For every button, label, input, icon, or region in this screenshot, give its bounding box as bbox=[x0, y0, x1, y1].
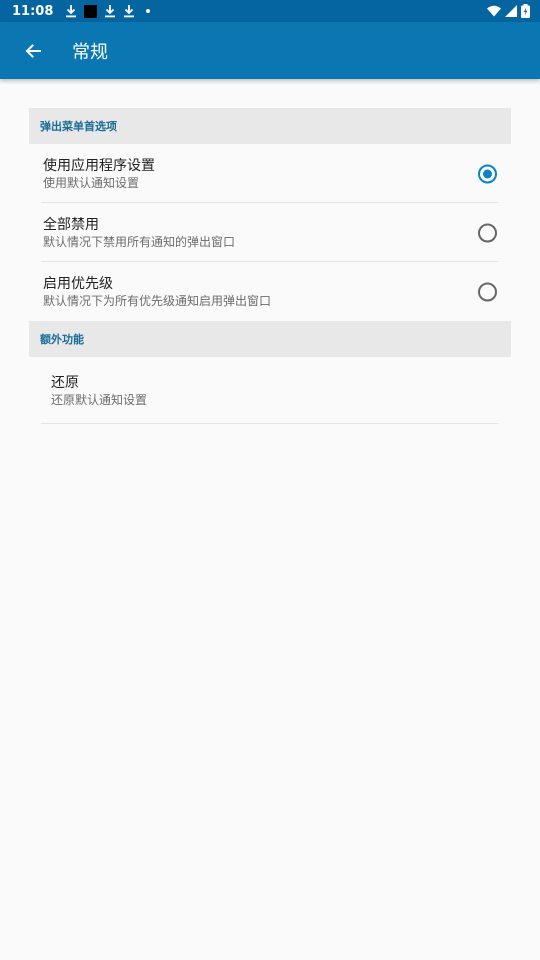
arrow-left-icon bbox=[25, 43, 41, 58]
section-header-extra: 额外功能 bbox=[29, 321, 511, 357]
radio-enable-priority[interactable] bbox=[478, 282, 497, 301]
option-text: 使用应用程序设置 使用默认通知设置 bbox=[43, 157, 155, 191]
option-subtitle: 使用默认通知设置 bbox=[43, 175, 140, 190]
radio-disable-all[interactable] bbox=[478, 223, 497, 242]
battery-charging-icon bbox=[521, 4, 530, 18]
option-subtitle: 默认情况下禁用所有通知的弹出窗口 bbox=[43, 234, 236, 249]
section-header-popup: 弹出菜单首选项 bbox=[29, 108, 511, 144]
option-title: 使用应用程序设置 bbox=[43, 157, 155, 174]
option-text: 还原 还原默认通知设置 bbox=[51, 374, 147, 408]
option-title: 全部禁用 bbox=[43, 216, 99, 233]
download-icon bbox=[66, 5, 77, 18]
download-icon bbox=[105, 5, 116, 18]
wifi-icon bbox=[487, 5, 501, 17]
radio-dot bbox=[483, 169, 492, 178]
option-subtitle: 默认情况下为所有优先级通知启用弹出窗口 bbox=[43, 293, 272, 308]
radio-use-app-settings[interactable] bbox=[478, 164, 497, 183]
back-button[interactable] bbox=[4, 22, 62, 79]
option-text: 全部禁用 默认情况下禁用所有通知的弹出窗口 bbox=[43, 216, 235, 250]
status-bar: 11:08 bbox=[0, 0, 540, 22]
option-use-app-settings[interactable]: 使用应用程序设置 使用默认通知设置 bbox=[29, 144, 511, 203]
status-time: 11:08 bbox=[12, 3, 54, 19]
option-text: 启用优先级 默认情况下为所有优先级通知启用弹出窗口 bbox=[43, 275, 271, 309]
black-square-icon bbox=[84, 4, 98, 18]
page-title: 常规 bbox=[72, 41, 108, 63]
restore-title: 还原 bbox=[51, 374, 79, 391]
option-title: 启用优先级 bbox=[43, 275, 113, 292]
settings-list: 弹出菜单首选项 使用应用程序设置 使用默认通知设置 全部禁用 默认情况下禁用所有… bbox=[29, 108, 511, 424]
notification-icons bbox=[65, 4, 151, 18]
download-icon bbox=[124, 5, 135, 18]
option-enable-priority[interactable]: 启用优先级 默认情况下为所有优先级通知启用弹出窗口 bbox=[29, 262, 511, 321]
divider bbox=[41, 423, 499, 424]
system-icons bbox=[487, 4, 530, 18]
restore-subtitle: 还原默认通知设置 bbox=[51, 392, 148, 407]
restore-item[interactable]: 还原 还原默认通知设置 bbox=[29, 357, 511, 424]
signal-icon bbox=[505, 5, 517, 17]
app-bar: 常规 bbox=[0, 22, 540, 79]
dot-icon bbox=[146, 9, 151, 13]
option-disable-all[interactable]: 全部禁用 默认情况下禁用所有通知的弹出窗口 bbox=[29, 203, 511, 262]
